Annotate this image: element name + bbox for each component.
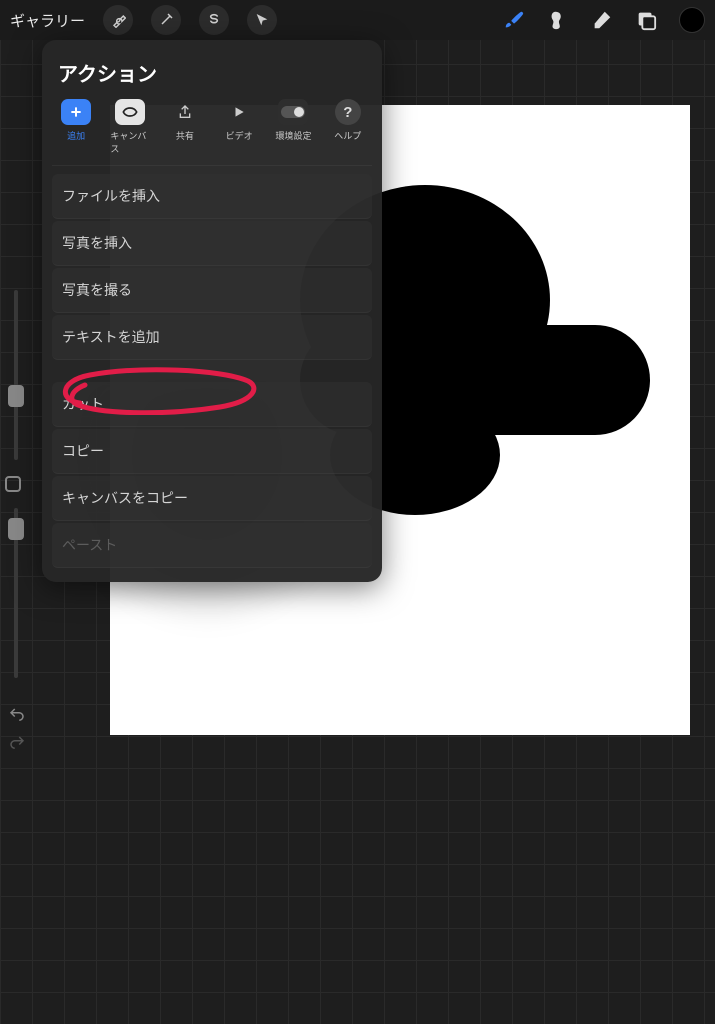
tab-add[interactable]: 追加 bbox=[56, 99, 96, 155]
selection-s-icon bbox=[206, 12, 222, 28]
tab-label: 共有 bbox=[176, 129, 194, 142]
undo-redo-group bbox=[6, 704, 28, 754]
selection-button[interactable] bbox=[199, 5, 229, 35]
color-picker-button[interactable] bbox=[679, 7, 705, 33]
menu-cut[interactable]: カット bbox=[52, 382, 372, 427]
layers-button[interactable] bbox=[635, 9, 657, 31]
wand-icon bbox=[158, 12, 174, 28]
toggle-icon bbox=[278, 99, 308, 125]
canvas-icon bbox=[115, 99, 145, 125]
menu-copy-canvas[interactable]: キャンバスをコピー bbox=[52, 476, 372, 521]
menu-take-photo[interactable]: 写真を撮る bbox=[52, 268, 372, 313]
actions-title: アクション bbox=[52, 54, 372, 99]
menu-insert-file[interactable]: ファイルを挿入 bbox=[52, 174, 372, 219]
tab-share[interactable]: 共有 bbox=[165, 99, 205, 155]
play-icon bbox=[224, 99, 254, 125]
top-toolbar-right bbox=[503, 7, 705, 33]
tab-label: ヘルプ bbox=[334, 129, 361, 142]
gallery-button[interactable]: ギャラリー bbox=[10, 10, 85, 31]
menu-add-text[interactable]: テキストを追加 bbox=[52, 315, 372, 360]
menu-insert-photo[interactable]: 写真を挿入 bbox=[52, 221, 372, 266]
undo-icon bbox=[8, 706, 26, 724]
tab-label: キャンバス bbox=[110, 129, 150, 155]
wrench-icon bbox=[110, 12, 126, 28]
brush-icon bbox=[503, 9, 525, 31]
brush-opacity-slider[interactable] bbox=[14, 508, 18, 678]
tab-label: 環境設定 bbox=[275, 129, 311, 142]
menu-section-insert: ファイルを挿入 写真を挿入 写真を撮る テキストを追加 bbox=[52, 174, 372, 360]
help-icon: ? bbox=[335, 99, 361, 125]
tab-prefs[interactable]: 環境設定 bbox=[273, 99, 313, 155]
tab-help[interactable]: ? ヘルプ bbox=[328, 99, 368, 155]
menu-copy[interactable]: コピー bbox=[52, 429, 372, 474]
tab-video[interactable]: ビデオ bbox=[219, 99, 259, 155]
top-toolbar-left: ギャラリー bbox=[10, 5, 277, 35]
eraser-button[interactable] bbox=[591, 9, 613, 31]
redo-button[interactable] bbox=[6, 732, 28, 754]
tab-canvas[interactable]: キャンバス bbox=[110, 99, 150, 155]
redo-icon bbox=[8, 734, 26, 752]
actions-popup: アクション 追加 キャンバス 共有 ビデオ bbox=[42, 40, 382, 582]
tab-label: ビデオ bbox=[226, 129, 253, 142]
adjustments-button[interactable] bbox=[151, 5, 181, 35]
slider-thumb[interactable] bbox=[8, 385, 24, 407]
menu-section-clipboard: カット コピー キャンバスをコピー ペースト bbox=[52, 382, 372, 568]
tab-label: 追加 bbox=[67, 129, 85, 142]
actions-wrench-button[interactable] bbox=[103, 5, 133, 35]
top-toolbar: ギャラリー bbox=[0, 0, 715, 40]
brush-size-slider[interactable] bbox=[14, 290, 18, 460]
cursor-icon bbox=[254, 12, 270, 28]
smudge-button[interactable] bbox=[547, 9, 569, 31]
undo-button[interactable] bbox=[6, 704, 28, 726]
actions-tabs: 追加 キャンバス 共有 ビデオ 環境設定 bbox=[52, 99, 372, 166]
smudge-icon bbox=[547, 9, 569, 31]
side-sliders bbox=[0, 290, 32, 678]
brush-button[interactable] bbox=[503, 9, 525, 31]
transform-button[interactable] bbox=[247, 5, 277, 35]
plus-icon bbox=[61, 99, 91, 125]
share-icon bbox=[170, 99, 200, 125]
modify-button[interactable] bbox=[5, 476, 21, 492]
eraser-icon bbox=[591, 9, 613, 31]
slider-thumb[interactable] bbox=[8, 518, 24, 540]
layers-icon bbox=[635, 9, 657, 31]
menu-paste[interactable]: ペースト bbox=[52, 523, 372, 568]
